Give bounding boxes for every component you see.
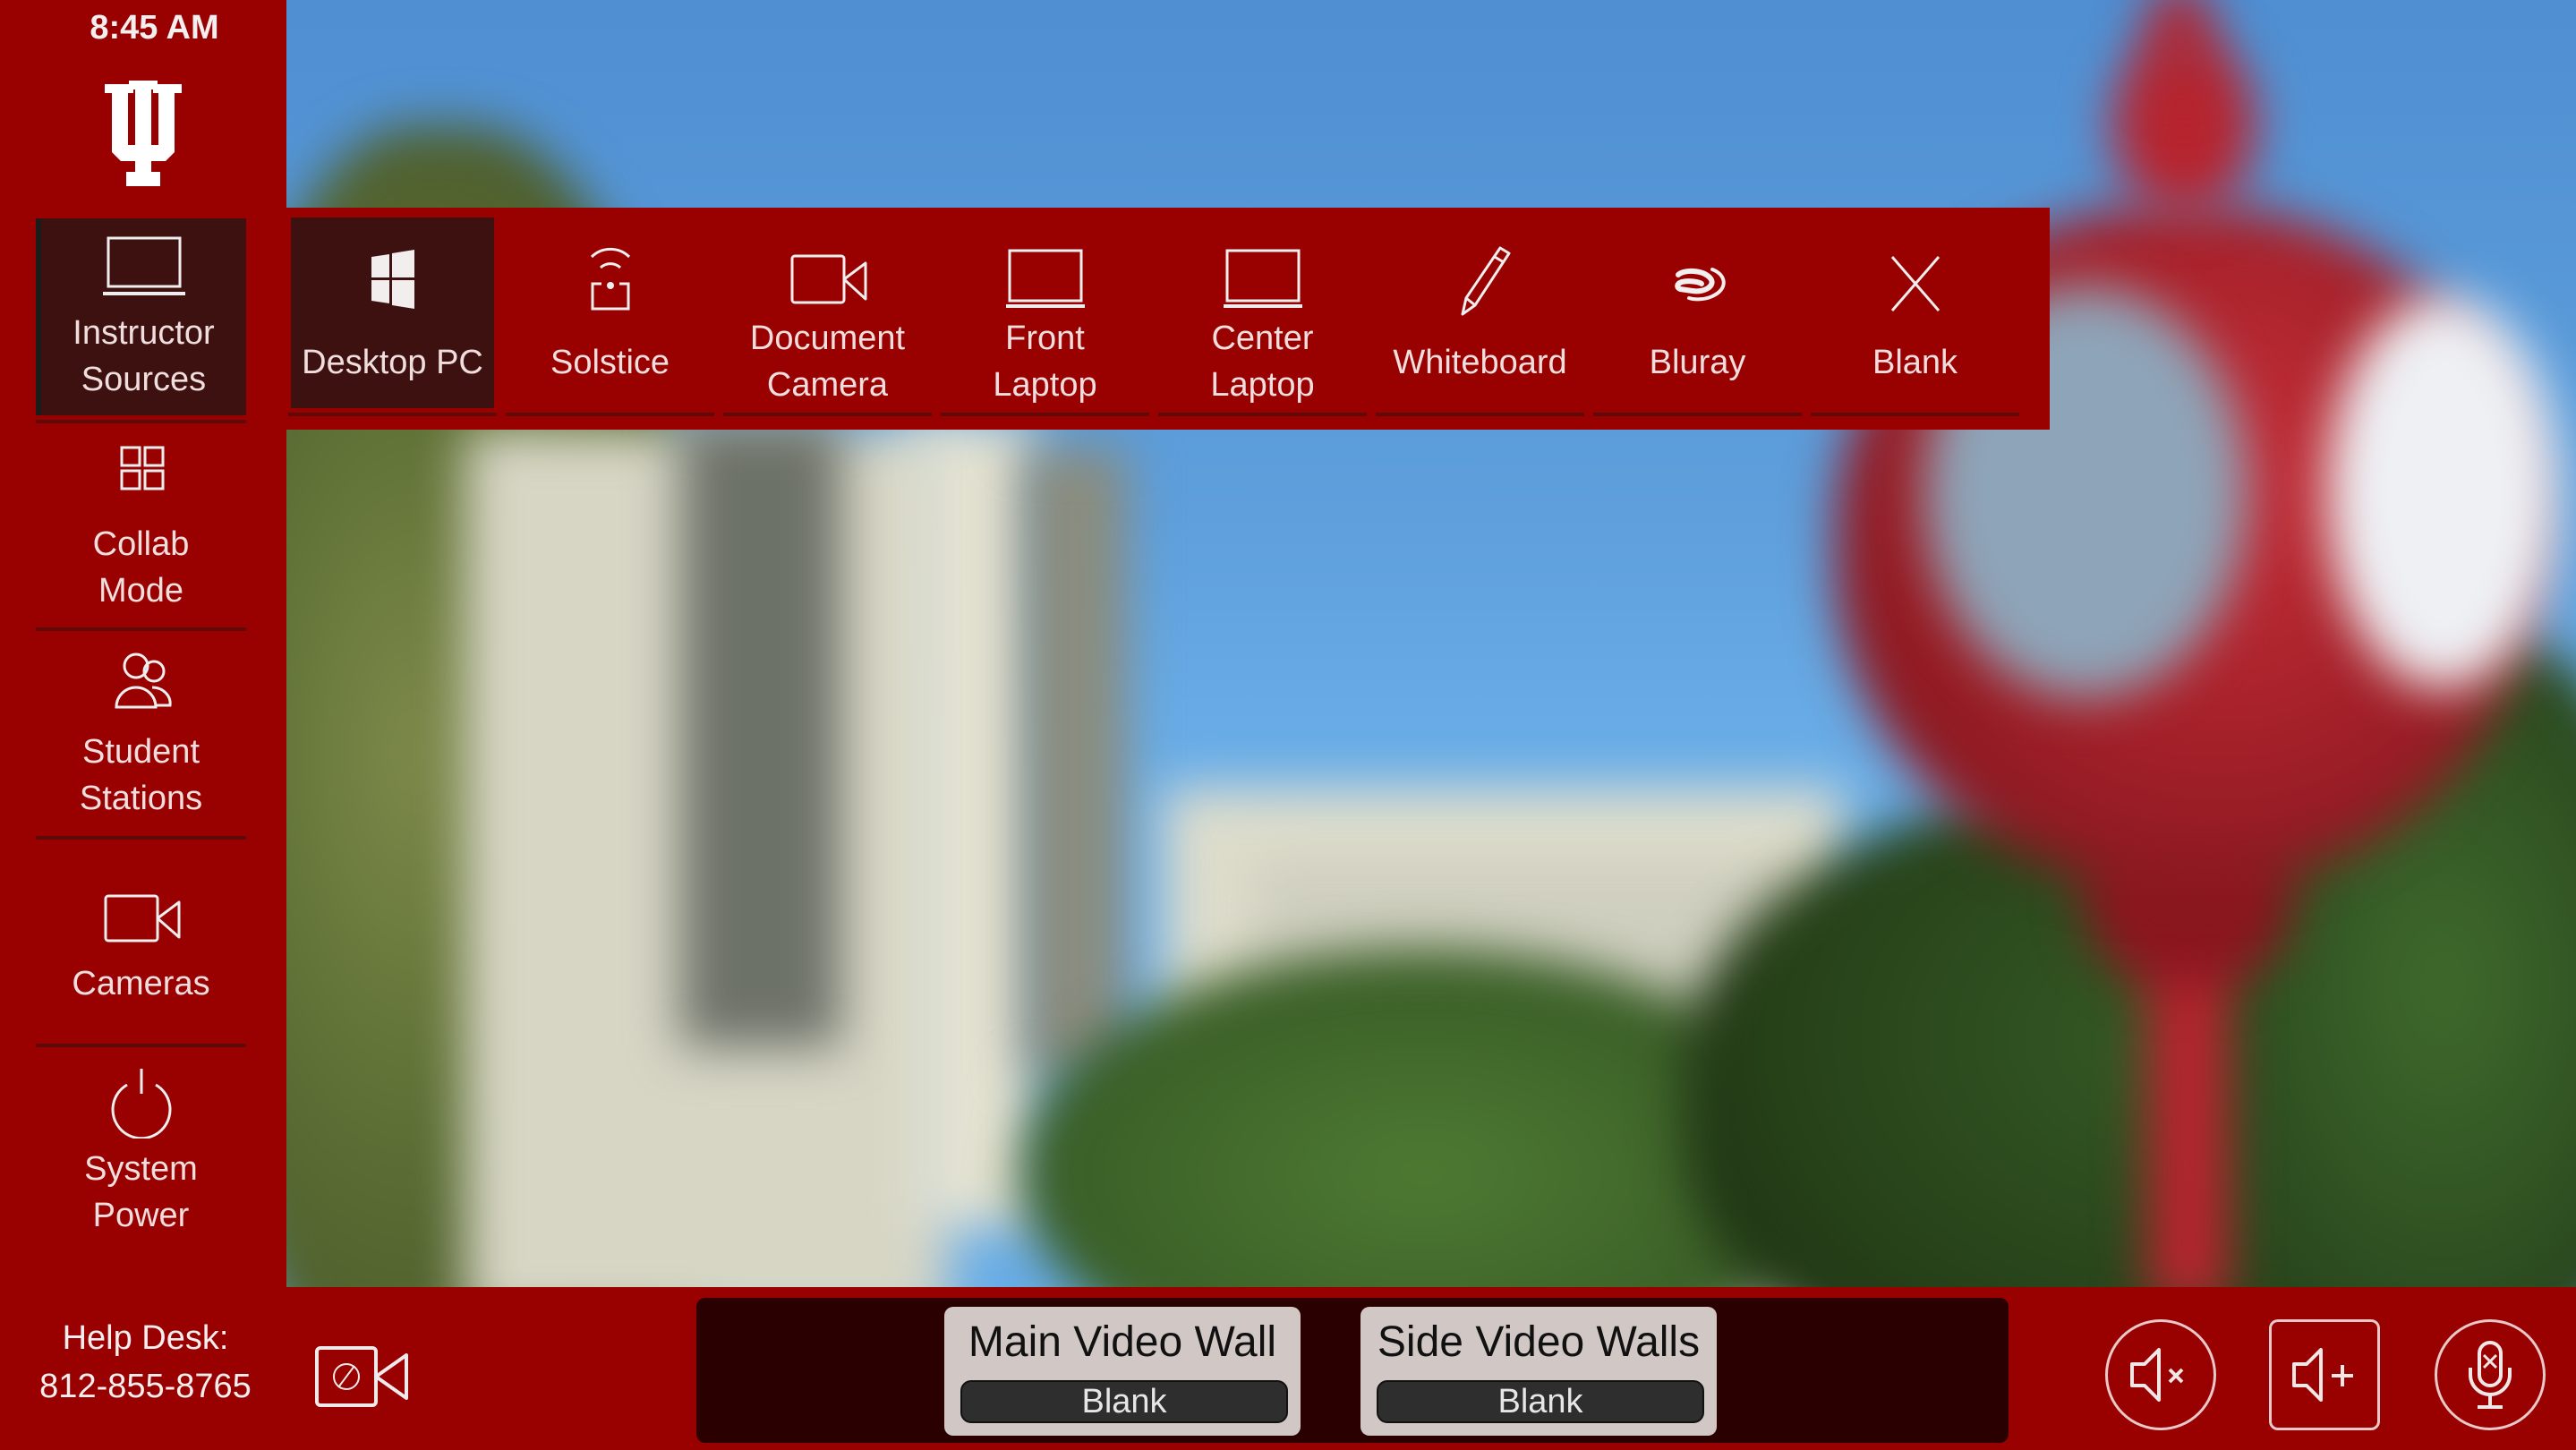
sidebar-item-instructor-sources[interactable]: Instructor Sources: [36, 218, 246, 415]
sidebar-item-student-stations[interactable]: Student Stations: [36, 637, 246, 834]
bg-building-shadow-2: [1020, 448, 1128, 1074]
source-label: Bluray: [1649, 344, 1746, 381]
source-label-line2: Camera: [766, 366, 889, 404]
sidebar-item-cameras[interactable]: Cameras: [36, 846, 246, 1043]
source-underline: [1811, 413, 2019, 416]
bg-building-shadow: [680, 421, 841, 1047]
source-label: Front Laptop: [993, 315, 1096, 408]
source-selection-bar: Desktop PC Solstice Document Camera Fron…: [286, 208, 2050, 430]
display-name: Side Video Walls: [1377, 1318, 1701, 1366]
source-label-line2: Laptop: [1210, 366, 1315, 404]
mic-mute-button[interactable]: [2435, 1319, 2546, 1430]
bottom-bar: Help Desk: 812-855-8765 Main Video Wall …: [0, 1287, 2576, 1450]
sidebar-label: Collab Mode: [93, 521, 190, 614]
close-icon: [1890, 256, 1940, 311]
sidebar-divider: [36, 1044, 246, 1047]
bg-clock-finial: [2148, 0, 2211, 90]
sidebar-label: Cameras: [72, 960, 209, 1007]
sidebar-label: System Power: [84, 1146, 198, 1239]
source-center-laptop[interactable]: Center Laptop: [1161, 218, 1364, 408]
source-blank[interactable]: Blank: [1813, 218, 2017, 408]
source-label-line1: Document: [749, 320, 906, 357]
source-label: Blank: [1872, 344, 1958, 381]
sidebar-divider: [36, 627, 246, 631]
source-underline: [288, 413, 497, 416]
source-label: Document Camera: [750, 315, 905, 408]
laptop-icon: [102, 236, 185, 295]
source-label: Whiteboard: [1393, 344, 1567, 381]
display-status: Blank: [1377, 1380, 1704, 1423]
sidebar-item-system-power[interactable]: System Power: [36, 1054, 246, 1251]
display-name: Main Video Wall: [968, 1318, 1277, 1366]
source-front-laptop[interactable]: Front Laptop: [943, 218, 1147, 408]
sidebar-divider: [36, 420, 246, 423]
windows-icon: [371, 250, 414, 309]
source-underline: [723, 413, 932, 416]
video-camera-icon: [790, 254, 866, 304]
source-underline: [1593, 413, 1802, 416]
volume-up-button[interactable]: [2269, 1319, 2380, 1430]
camera-privacy-off-icon[interactable]: [313, 1341, 412, 1412]
helpdesk-label: Help Desk:: [62, 1319, 229, 1357]
sidebar-label-line2: Power: [92, 1197, 190, 1234]
helpdesk-info: Help Desk: 812-855-8765: [27, 1314, 264, 1411]
source-document-camera[interactable]: Document Camera: [726, 218, 929, 408]
sidebar: 8:45 AM Instructor Sources Collab Mode S…: [0, 0, 286, 1287]
sidebar-label-line1: System: [84, 1150, 198, 1188]
speaker-plus-icon: [2292, 1348, 2353, 1402]
sidebar-item-collab-mode[interactable]: Collab Mode: [36, 430, 246, 627]
source-label: Solstice: [550, 344, 670, 381]
laptop-icon: [1005, 249, 1085, 308]
source-label-line1: Front: [1005, 320, 1085, 357]
speaker-mute-icon: [2130, 1348, 2184, 1402]
sidebar-label-line1: Student: [82, 733, 200, 771]
sidebar-label: Instructor Sources: [73, 310, 214, 403]
source-label: Desktop PC: [302, 344, 483, 381]
source-label-line1: Center: [1211, 320, 1314, 357]
power-icon: [111, 1069, 171, 1139]
volume-mute-button[interactable]: [2105, 1319, 2216, 1430]
sidebar-divider: [36, 836, 246, 840]
grid-icon: [120, 446, 164, 490]
display-status: Blank: [960, 1380, 1288, 1423]
background-photo: [286, 0, 2576, 1287]
wireless-share-icon: [590, 247, 630, 311]
laptop-icon: [1223, 249, 1302, 308]
microphone-mute-icon: [2469, 1341, 2512, 1409]
source-label-line2: Laptop: [993, 366, 1097, 404]
display-panel: Main Video Wall Blank Side Video Walls B…: [696, 1298, 2009, 1443]
display-main-video-wall[interactable]: Main Video Wall Blank: [944, 1307, 1301, 1436]
iu-trident-logo: [105, 81, 182, 186]
bg-building-column: [913, 421, 1038, 1226]
source-underline: [506, 413, 714, 416]
video-camera-icon: [104, 894, 180, 942]
helpdesk-phone: 812-855-8765: [39, 1368, 252, 1405]
bluray-icon: [1674, 268, 1726, 302]
sidebar-label-line1: Instructor: [73, 314, 215, 352]
source-solstice[interactable]: Solstice: [508, 218, 712, 408]
source-desktop-pc[interactable]: Desktop PC: [291, 218, 494, 408]
source-underline: [1376, 413, 1584, 416]
source-underline: [1158, 413, 1367, 416]
display-side-video-walls[interactable]: Side Video Walls Blank: [1361, 1307, 1717, 1436]
source-bluray[interactable]: Bluray: [1596, 218, 1799, 408]
source-label: Center Laptop: [1210, 315, 1314, 408]
users-icon: [114, 652, 172, 709]
sidebar-label-line2: Stations: [79, 780, 203, 817]
sidebar-label-line2: Mode: [98, 572, 184, 610]
bg-clock-face-right: [2327, 295, 2560, 689]
source-underline: [941, 413, 1149, 416]
sidebar-label-line1: Cameras: [72, 965, 210, 1002]
sidebar-label-line2: Sources: [81, 361, 207, 398]
sidebar-label: Student Stations: [80, 729, 202, 822]
source-whiteboard[interactable]: Whiteboard: [1378, 218, 1582, 408]
sidebar-label-line1: Collab: [92, 525, 190, 563]
clock-time: 8:45 AM: [90, 9, 219, 47]
pencil-icon: [1461, 246, 1510, 316]
